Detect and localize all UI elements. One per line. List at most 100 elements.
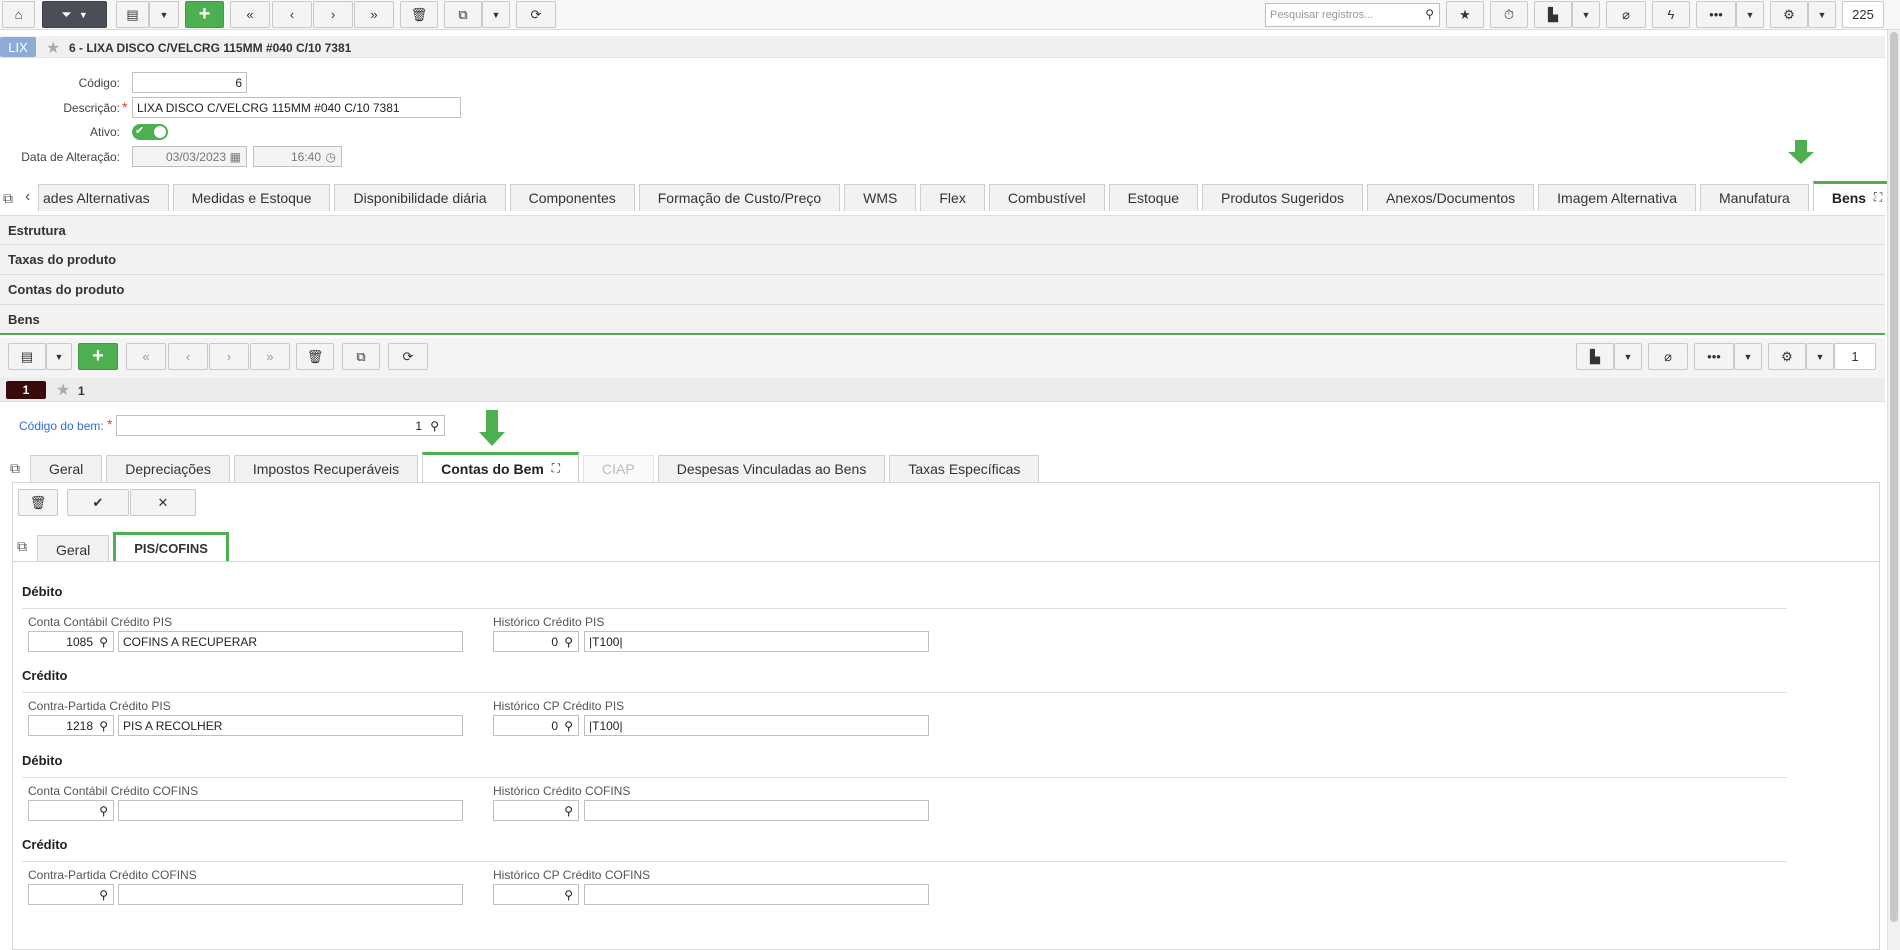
sub-report-button[interactable]: ▙ bbox=[1576, 343, 1614, 370]
h4-code-field[interactable]: ⚲ bbox=[493, 884, 579, 905]
sub-view-button[interactable]: ▤ bbox=[8, 343, 46, 370]
tab-combustivel[interactable]: Combustível bbox=[988, 184, 1105, 211]
sub-attach-button[interactable]: ⌀ bbox=[1648, 343, 1688, 370]
report-dropdown[interactable]: ▼ bbox=[1572, 1, 1600, 28]
h1-code-field[interactable]: 0 ⚲ bbox=[493, 631, 579, 652]
sub-more-dropdown[interactable]: ▼ bbox=[1734, 343, 1762, 370]
search-input[interactable]: Pesquisar registros... ⚲ bbox=[1265, 3, 1440, 27]
tab-manufatura[interactable]: Manufatura bbox=[1700, 184, 1809, 211]
sub-more-button[interactable]: ••• bbox=[1694, 343, 1734, 370]
f3-code-field[interactable]: ⚲ bbox=[28, 800, 114, 821]
filter-button[interactable]: ⏷ ▼ bbox=[42, 1, 107, 28]
sub-prev-button[interactable]: ‹ bbox=[168, 343, 208, 370]
h2-desc-field[interactable]: |T100| bbox=[584, 715, 929, 736]
view-dropdown[interactable]: ▼ bbox=[149, 1, 179, 28]
search-icon[interactable]: ⚲ bbox=[564, 719, 573, 733]
favorite-button[interactable]: ★ bbox=[1446, 1, 1484, 28]
search-icon[interactable]: ⚲ bbox=[564, 804, 573, 818]
delete-button[interactable]: 🗑 bbox=[400, 1, 438, 28]
inner-tab-pis-cofins[interactable]: PIS/COFINS bbox=[113, 532, 229, 564]
tab-componentes[interactable]: Componentes bbox=[509, 184, 635, 211]
attach-button[interactable]: ⌀ bbox=[1606, 1, 1646, 28]
settings-button[interactable]: ⚙ bbox=[1770, 1, 1808, 28]
section-estrutura[interactable]: Estrutura bbox=[0, 215, 1885, 245]
h2-code-field[interactable]: 0 ⚲ bbox=[493, 715, 579, 736]
inner-tab-geral[interactable]: Geral bbox=[37, 535, 110, 564]
descricao-field[interactable]: LIXA DISCO C/VELCRG 115MM #040 C/10 7381 bbox=[132, 97, 461, 118]
h4-desc-field[interactable] bbox=[584, 884, 929, 905]
panel-confirm-button[interactable]: ✔ bbox=[67, 489, 129, 516]
h3-desc-field[interactable] bbox=[584, 800, 929, 821]
next-record-button[interactable]: › bbox=[313, 1, 353, 28]
bem-tabs-menu-icon[interactable]: ⧉ bbox=[10, 460, 20, 477]
sub-copy-button[interactable]: ⧉ bbox=[342, 343, 380, 370]
tab-formacao-custo[interactable]: Formação de Custo/Preço bbox=[638, 184, 841, 211]
tab-disponibilidade[interactable]: Disponibilidade diária bbox=[334, 184, 506, 211]
search-icon[interactable]: ⚲ bbox=[99, 888, 108, 902]
section-contas-produto[interactable]: Contas do produto bbox=[0, 275, 1885, 305]
codigo-field[interactable]: 6 bbox=[132, 72, 247, 93]
sub-settings-dropdown[interactable]: ▼ bbox=[1806, 343, 1834, 370]
star-icon[interactable]: ★ bbox=[46, 38, 60, 58]
f4-desc-field[interactable] bbox=[118, 884, 463, 905]
action-button[interactable]: ϟ bbox=[1652, 1, 1690, 28]
sub-add-button[interactable]: + bbox=[78, 343, 118, 370]
section-bens[interactable]: Bens bbox=[0, 305, 1885, 335]
tab-imagem-alternativa[interactable]: Imagem Alternativa bbox=[1538, 184, 1697, 211]
sub-report-dropdown[interactable]: ▼ bbox=[1614, 343, 1642, 370]
prev-record-button[interactable]: ‹ bbox=[272, 1, 312, 28]
tab-unidades-alternativas[interactable]: ades Alternativas bbox=[38, 184, 169, 211]
sub-delete-button[interactable]: 🗑 bbox=[296, 343, 334, 370]
sub-next-button[interactable]: › bbox=[209, 343, 249, 370]
sub-last-button[interactable]: » bbox=[250, 343, 290, 370]
copy-dropdown[interactable]: ▼ bbox=[482, 1, 510, 28]
more-button[interactable]: ••• bbox=[1696, 1, 1736, 28]
sub-refresh-button[interactable]: ⟳ bbox=[388, 343, 428, 370]
section-taxas-produto[interactable]: Taxas do produto bbox=[0, 245, 1885, 275]
bem-tab-depreciacoes[interactable]: Depreciações bbox=[106, 455, 230, 482]
bem-tab-despesas[interactable]: Despesas Vinculadas ao Bens bbox=[657, 455, 886, 482]
panel-cancel-button[interactable]: ✕ bbox=[130, 489, 196, 516]
f1-desc-field[interactable]: COFINS A RECUPERAR bbox=[118, 631, 463, 652]
star-icon[interactable]: ★ bbox=[56, 380, 70, 400]
tab-medidas-estoque[interactable]: Medidas e Estoque bbox=[172, 184, 331, 211]
sub-view-dropdown[interactable]: ▼ bbox=[46, 343, 72, 370]
sub-record-index[interactable]: 1 bbox=[6, 381, 46, 399]
panel-delete-button[interactable]: 🗑 bbox=[18, 489, 58, 516]
copy-button[interactable]: ⧉ bbox=[444, 1, 482, 28]
refresh-button[interactable]: ⟳ bbox=[516, 1, 556, 28]
h3-code-field[interactable]: ⚲ bbox=[493, 800, 579, 821]
bem-tab-impostos[interactable]: Impostos Recuperáveis bbox=[233, 455, 419, 482]
tab-flex[interactable]: Flex bbox=[920, 184, 985, 211]
report-button[interactable]: ▙ bbox=[1534, 1, 1572, 28]
scrollbar-thumb[interactable] bbox=[1890, 32, 1898, 922]
search-icon[interactable]: ⚲ bbox=[430, 419, 439, 433]
timer-button[interactable]: ⏱ bbox=[1490, 1, 1528, 28]
f2-desc-field[interactable]: PIS A RECOLHER bbox=[118, 715, 463, 736]
add-button[interactable]: + bbox=[185, 1, 224, 28]
home-button[interactable]: ⌂ bbox=[2, 1, 35, 28]
f1-code-field[interactable]: 1085 ⚲ bbox=[28, 631, 114, 652]
sub-first-button[interactable]: « bbox=[126, 343, 166, 370]
search-icon[interactable]: ⚲ bbox=[99, 635, 108, 649]
tab-anexos[interactable]: Anexos/Documentos bbox=[1366, 184, 1535, 211]
last-record-button[interactable]: » bbox=[354, 1, 394, 28]
more-dropdown[interactable]: ▼ bbox=[1736, 1, 1764, 28]
ativo-toggle[interactable]: ✔ bbox=[132, 124, 168, 140]
codigo-bem-field[interactable]: 1 ⚲ bbox=[116, 415, 445, 436]
settings-dropdown[interactable]: ▼ bbox=[1808, 1, 1836, 28]
sub-settings-button[interactable]: ⚙ bbox=[1768, 343, 1806, 370]
bem-tab-taxas[interactable]: Taxas Específicas bbox=[889, 455, 1040, 482]
search-icon[interactable]: ⚲ bbox=[99, 804, 108, 818]
view-button[interactable]: ▤ bbox=[116, 1, 149, 28]
inner-tabs-menu-icon[interactable]: ⧉ bbox=[17, 538, 27, 555]
search-icon[interactable]: ⚲ bbox=[564, 888, 573, 902]
tabs-scroll-right-icon[interactable]: › bbox=[1872, 188, 1877, 206]
tab-wms[interactable]: WMS bbox=[844, 184, 917, 211]
search-icon[interactable]: ⚲ bbox=[99, 719, 108, 733]
bem-tab-geral[interactable]: Geral bbox=[30, 455, 103, 482]
tabs-scroll-left-icon[interactable]: ‹ bbox=[25, 188, 30, 206]
f2-code-field[interactable]: 1218 ⚲ bbox=[28, 715, 114, 736]
first-record-button[interactable]: « bbox=[230, 1, 270, 28]
search-icon[interactable]: ⚲ bbox=[564, 635, 573, 649]
